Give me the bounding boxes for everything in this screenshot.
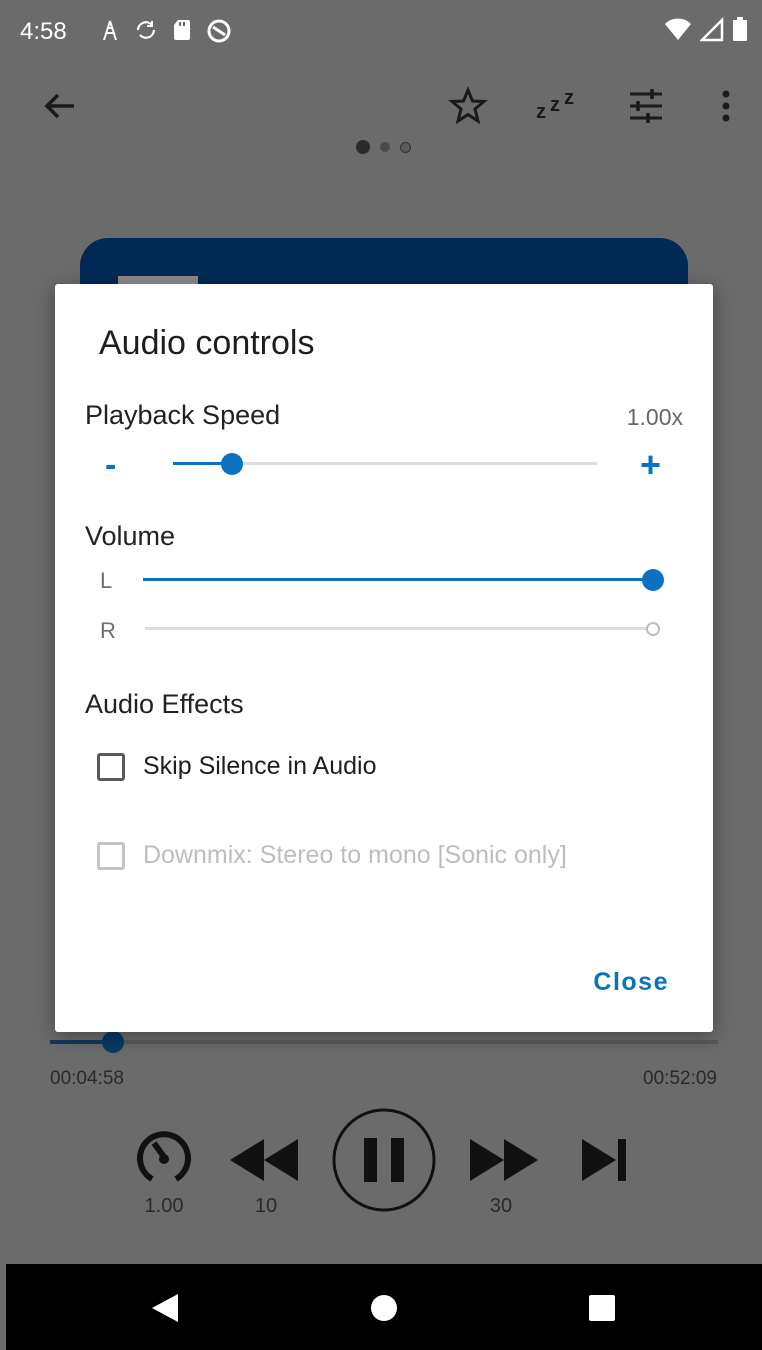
downmix-row: Downmix: Stereo to mono [Sonic only] <box>97 841 567 870</box>
equalizer-icon[interactable] <box>626 86 666 126</box>
page-dot <box>400 141 411 153</box>
status-icons <box>98 18 231 43</box>
close-button[interactable]: Close <box>593 968 669 997</box>
audio-controls-dialog: Audio controls Playback Speed 1.00x - + … <box>55 284 713 1032</box>
speed-increase-button[interactable]: + <box>640 444 661 486</box>
left-channel-label: L <box>100 568 113 593</box>
page-indicator <box>356 140 411 154</box>
status-time: 4:58 <box>20 18 67 45</box>
skip-silence-row[interactable]: Skip Silence in Audio <box>97 752 376 781</box>
rewind-icon[interactable] <box>230 1135 298 1190</box>
star-icon[interactable] <box>448 86 488 126</box>
pause-button[interactable] <box>332 1108 436 1217</box>
right-volume-track[interactable] <box>145 627 653 630</box>
progress-track[interactable] <box>50 1040 718 1044</box>
playback-speed-value: 1.00x <box>626 404 683 430</box>
system-nav-bar <box>6 1264 762 1350</box>
rewind-label: 10 <box>254 1195 278 1217</box>
duration-time: 00:52:09 <box>643 1068 717 1089</box>
svg-text:z: z <box>564 87 574 109</box>
playback-controls: 1.00 10 30 <box>0 1105 762 1225</box>
speed-slider-thumb[interactable] <box>221 453 244 475</box>
right-channel-label: R <box>100 618 116 643</box>
back-arrow-icon[interactable] <box>40 86 80 126</box>
audio-effects-label: Audio Effects <box>85 689 244 719</box>
antenna-icon <box>98 18 122 42</box>
status-bar: 4:58 <box>6 8 762 56</box>
skip-silence-label: Skip Silence in Audio <box>143 752 377 780</box>
page-dot <box>380 142 390 152</box>
right-volume-thumb[interactable] <box>646 622 660 636</box>
wifi-icon <box>664 16 692 47</box>
speed-decrease-button[interactable]: - <box>105 446 116 485</box>
nav-recents-icon[interactable] <box>588 1292 616 1329</box>
speed-label: 1.00 <box>144 1195 184 1217</box>
skip-next-icon[interactable] <box>580 1137 630 1188</box>
sd-card-icon <box>170 18 194 42</box>
left-volume-fill <box>143 578 653 581</box>
volume-label: Volume <box>85 521 176 551</box>
status-right-icons <box>664 16 748 47</box>
page-dot-active <box>356 140 370 154</box>
downmix-label: Downmix: Stereo to mono [Sonic only] <box>143 841 567 869</box>
more-vert-icon[interactable] <box>706 86 746 126</box>
dialog-title: Audio controls <box>99 324 315 362</box>
sync-icon <box>134 18 158 42</box>
forward-label: 30 <box>489 1195 513 1217</box>
fast-forward-icon[interactable] <box>470 1135 538 1190</box>
speed-icon[interactable] <box>134 1127 194 1192</box>
sleep-timer-icon[interactable]: zzz <box>536 86 576 126</box>
svg-text:z: z <box>536 101 546 123</box>
playback-speed-label: Playback Speed <box>85 400 281 430</box>
signal-icon <box>698 16 724 47</box>
skip-silence-checkbox[interactable] <box>97 752 125 781</box>
battery-icon <box>732 16 748 47</box>
downmix-checkbox <box>97 841 125 870</box>
svg-text:z: z <box>550 94 560 116</box>
left-volume-thumb[interactable] <box>642 569 664 591</box>
no-disturb-icon <box>206 18 231 43</box>
nav-back-icon[interactable] <box>150 1292 180 1329</box>
nav-home-icon[interactable] <box>370 1292 398 1329</box>
player-toolbar: zzz <box>6 70 762 140</box>
elapsed-time: 00:04:58 <box>50 1068 124 1089</box>
